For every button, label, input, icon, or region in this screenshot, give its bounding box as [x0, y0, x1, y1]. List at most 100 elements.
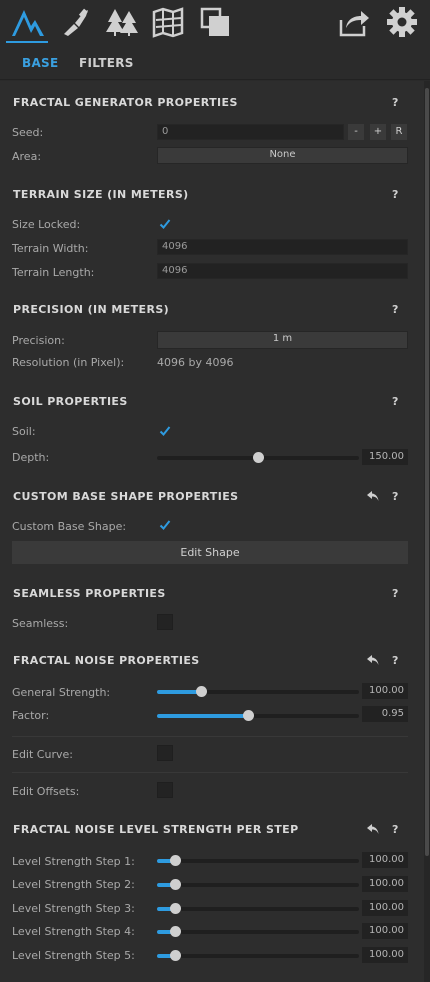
- slider-handle[interactable]: [170, 903, 181, 914]
- factor-label: Factor:: [12, 709, 50, 722]
- level-strength-step-2-slider[interactable]: [157, 879, 359, 891]
- size-locked-checkbox[interactable]: [157, 216, 173, 232]
- general-strength-label: General Strength:: [12, 686, 111, 699]
- level-strength-step-5-label: Level Strength Step 5:: [12, 949, 135, 962]
- level-strength-step-1-value[interactable]: 100.00: [362, 852, 408, 868]
- seed-decrement-button[interactable]: -: [348, 124, 364, 140]
- terrain-length-input[interactable]: 4096: [157, 263, 408, 279]
- seed-increment-button[interactable]: +: [370, 124, 386, 140]
- edit-curve-checkbox[interactable]: [157, 745, 173, 761]
- precision-label: Precision:: [12, 334, 65, 347]
- level-strength-step-4-value[interactable]: 100.00: [362, 923, 408, 939]
- general-strength-value[interactable]: 100.00: [362, 683, 408, 699]
- section-title-precision: PRECISION (IN METERS): [13, 303, 170, 316]
- level-strength-step-2-value[interactable]: 100.00: [362, 876, 408, 892]
- help-icon[interactable]: ?: [392, 654, 398, 667]
- factor-slider[interactable]: [157, 710, 359, 722]
- section-title-fractal-generator: FRACTAL GENERATOR PROPERTIES: [13, 96, 238, 109]
- top-toolbar: [0, 0, 430, 44]
- section-title-fractal-noise: FRACTAL NOISE PROPERTIES: [13, 654, 200, 667]
- layers-icon[interactable]: [198, 4, 234, 40]
- level-strength-step-3-value[interactable]: 100.00: [362, 900, 408, 916]
- active-tool-indicator: [6, 41, 48, 43]
- general-strength-slider[interactable]: [157, 686, 359, 698]
- brush-icon[interactable]: [58, 4, 94, 40]
- section-title-seamless: SEAMLESS PROPERTIES: [13, 587, 166, 600]
- slider-track: [157, 954, 359, 958]
- depth-value[interactable]: 150.00: [362, 449, 408, 465]
- help-icon[interactable]: ?: [392, 587, 398, 600]
- section-title-terrain-size: TERRAIN SIZE (IN METERS): [13, 188, 189, 201]
- level-strength-step-5-slider[interactable]: [157, 950, 359, 962]
- help-icon[interactable]: ?: [392, 823, 398, 836]
- terrain-width-input[interactable]: 4096: [157, 239, 408, 255]
- area-label: Area:: [12, 150, 42, 163]
- custom-base-shape-label: Custom Base Shape:: [12, 520, 127, 533]
- size-locked-label: Size Locked:: [12, 218, 81, 231]
- level-strength-step-5-value[interactable]: 100.00: [362, 947, 408, 963]
- slider-handle[interactable]: [243, 710, 254, 721]
- slider-fill: [157, 690, 201, 694]
- help-icon[interactable]: ?: [392, 303, 398, 316]
- slider-handle[interactable]: [196, 686, 207, 697]
- help-icon[interactable]: ?: [392, 490, 398, 503]
- area-select[interactable]: None: [157, 147, 408, 164]
- scrollbar-thumb[interactable]: [425, 88, 429, 856]
- level-strength-step-3-label: Level Strength Step 3:: [12, 902, 135, 915]
- section-title-soil: SOIL PROPERTIES: [13, 395, 128, 408]
- depth-label: Depth:: [12, 451, 50, 464]
- level-strength-step-4-slider[interactable]: [157, 926, 359, 938]
- reset-icon[interactable]: [366, 490, 380, 502]
- edit-curve-label: Edit Curve:: [12, 748, 73, 761]
- slider-track: [157, 883, 359, 887]
- terrain-length-label: Terrain Length:: [12, 266, 95, 279]
- help-icon[interactable]: ?: [392, 395, 398, 408]
- level-strength-step-1-label: Level Strength Step 1:: [12, 855, 135, 868]
- terrain-width-label: Terrain Width:: [12, 242, 89, 255]
- precision-select[interactable]: 1 m: [157, 331, 408, 349]
- help-icon[interactable]: ?: [392, 188, 398, 201]
- seamless-checkbox[interactable]: [157, 614, 173, 630]
- level-strength-step-3-slider[interactable]: [157, 903, 359, 915]
- custom-base-shape-checkbox[interactable]: [157, 517, 173, 533]
- seamless-label: Seamless:: [12, 617, 69, 630]
- edit-shape-button[interactable]: Edit Shape: [12, 541, 408, 564]
- slider-track: [157, 930, 359, 934]
- slider-handle[interactable]: [170, 879, 181, 890]
- tab-bar: BASE FILTERS: [0, 44, 430, 80]
- slider-handle[interactable]: [170, 926, 181, 937]
- seed-label: Seed:: [12, 126, 44, 139]
- help-icon[interactable]: ?: [392, 96, 398, 109]
- factor-value[interactable]: 0.95: [362, 706, 408, 722]
- export-icon[interactable]: [336, 4, 372, 40]
- section-title-custom-base-shape: CUSTOM BASE SHAPE PROPERTIES: [13, 490, 239, 503]
- level-strength-step-4-label: Level Strength Step 4:: [12, 925, 135, 938]
- slider-handle[interactable]: [170, 950, 181, 961]
- level-strength-step-1-slider[interactable]: [157, 855, 359, 867]
- seed-random-button[interactable]: R: [391, 124, 407, 140]
- checkmark-icon: [159, 520, 171, 530]
- divider: [12, 736, 408, 737]
- reset-icon[interactable]: [366, 654, 380, 666]
- tab-base[interactable]: BASE: [22, 56, 58, 70]
- slider-track: [157, 859, 359, 863]
- gear-icon[interactable]: [384, 4, 420, 40]
- trees-icon[interactable]: [104, 4, 140, 40]
- slider-handle[interactable]: [253, 452, 264, 463]
- reset-icon[interactable]: [366, 823, 380, 835]
- slider-track: [157, 907, 359, 911]
- seed-input[interactable]: 0: [157, 124, 344, 140]
- edit-offsets-label: Edit Offsets:: [12, 785, 80, 798]
- slider-fill: [157, 714, 248, 718]
- terrain-mountain-icon[interactable]: [10, 4, 46, 40]
- seed-buttons: - + R: [348, 124, 408, 140]
- soil-checkbox[interactable]: [157, 423, 173, 439]
- depth-slider[interactable]: [157, 452, 359, 464]
- divider: [12, 772, 408, 773]
- map-icon[interactable]: [150, 4, 186, 40]
- section-title-level-strength: FRACTAL NOISE LEVEL STRENGTH PER STEP: [13, 823, 299, 836]
- edit-offsets-checkbox[interactable]: [157, 782, 173, 798]
- resolution-value: 4096 by 4096: [157, 356, 234, 369]
- tab-filters[interactable]: FILTERS: [79, 56, 134, 70]
- slider-handle[interactable]: [170, 855, 181, 866]
